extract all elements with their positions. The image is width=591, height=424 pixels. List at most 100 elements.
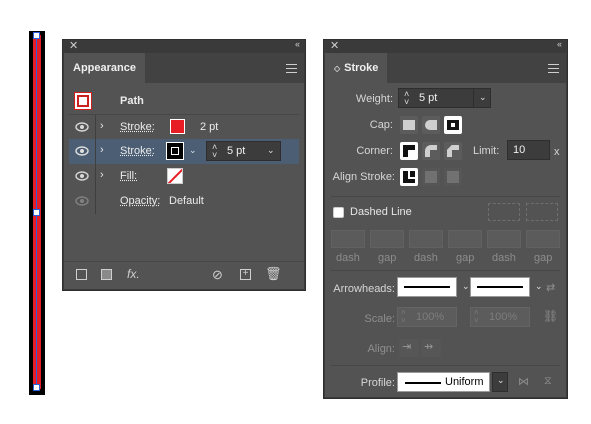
chevron-down-icon[interactable]: ⌄ (267, 145, 275, 156)
swap-arrowheads-icon[interactable]: ⇄ (546, 281, 555, 294)
start-scale-value: 100% (416, 311, 445, 323)
profile-chevron-button[interactable]: ⌄ (492, 372, 508, 392)
dash-label: dash (414, 252, 438, 264)
visibility-eye-icon[interactable] (75, 145, 89, 157)
stroke-label[interactable]: Stroke: (120, 145, 155, 157)
miter-join-button[interactable] (400, 142, 418, 160)
fill-row[interactable]: › Fill: (69, 164, 299, 189)
dash-input-3 (487, 230, 521, 248)
path-row[interactable]: Path (69, 89, 299, 114)
butt-cap-button[interactable] (400, 116, 418, 134)
weight-value[interactable]: 5 pt (419, 92, 437, 104)
anchor-point-middle[interactable] (33, 209, 40, 216)
anchor-point-top[interactable] (33, 32, 40, 39)
round-join-button[interactable] (422, 142, 440, 160)
projecting-cap-button[interactable] (444, 116, 462, 134)
anchor-point-bottom[interactable] (33, 384, 40, 391)
start-scale-input: ˄ ˅ 100% (397, 307, 457, 327)
start-arrowhead-dropdown[interactable] (397, 277, 457, 297)
row-divider (95, 115, 96, 139)
line-preview (404, 286, 450, 288)
visibility-eye-icon (75, 196, 89, 206)
align-center-button[interactable] (400, 168, 418, 186)
flip-along-icon[interactable]: ⋈ (518, 375, 529, 388)
panel-menu-icon[interactable] (286, 64, 297, 73)
tab-stroke[interactable]: ◇ Stroke (325, 53, 388, 83)
stroke-row-1[interactable]: › Stroke: 2 pt (69, 114, 299, 139)
gap-label: gap (534, 252, 553, 264)
add-new-stroke-icon[interactable] (76, 269, 87, 280)
panel-titlebar: ✕ ‹‹ (64, 39, 304, 53)
limit-value[interactable]: 10 (513, 144, 525, 156)
expand-arrow-icon[interactable]: › (100, 120, 104, 132)
gap-input-1 (370, 230, 404, 248)
stroke-weight-dropdown[interactable]: ˄ ˅ 5 pt ⌄ (206, 141, 281, 161)
profile-value: Uniform (445, 376, 484, 388)
arrow-tip-beyond-button: ⇥ (399, 339, 419, 357)
dashed-line-label: Dashed Line (350, 206, 412, 218)
stroke-color-swatch[interactable] (170, 119, 185, 134)
panel-tabbar: ◇ Stroke (325, 53, 566, 83)
arrowheads-label: Arrowheads: (333, 283, 395, 295)
opacity-value: Default (169, 195, 204, 207)
chevron-down-icon[interactable]: ⌄ (189, 145, 197, 156)
stroke-color-swatch[interactable] (166, 142, 184, 160)
close-icon[interactable]: ✕ (330, 39, 339, 52)
appearance-footer: fx. ⊘ + 🗑 (64, 261, 304, 289)
row-divider (95, 139, 96, 164)
dashed-line-checkbox[interactable] (333, 207, 344, 218)
stepper-icon[interactable]: ˄ ˅ (404, 90, 409, 107)
chevron-down-icon[interactable]: ⌄ (462, 281, 470, 292)
chevron-down-icon[interactable]: ⌄ (479, 92, 487, 103)
fill-none-swatch[interactable] (167, 168, 183, 184)
stepper-icon: ˄ ˅ (474, 308, 479, 325)
align-stroke-label: Align Stroke: (332, 171, 395, 183)
visibility-eye-icon[interactable] (75, 121, 89, 133)
collapse-icon[interactable]: ‹‹ (295, 39, 300, 49)
bevel-join-button[interactable] (444, 142, 462, 160)
stepper-icon[interactable]: ˄ ˅ (212, 143, 217, 160)
stroke-label[interactable]: Stroke: (120, 121, 155, 133)
gap-input-3 (526, 230, 560, 248)
row-divider (95, 164, 96, 189)
stroke-weight-value: 2 pt (200, 121, 219, 133)
align-label: Align: (367, 343, 395, 355)
end-scale-value: 100% (489, 311, 518, 323)
end-arrowhead-dropdown[interactable] (470, 277, 530, 297)
clear-appearance-icon[interactable]: ⊘ (212, 267, 223, 283)
end-scale-input: ˄ ˅ 100% (470, 307, 530, 327)
cap-label: Cap: (369, 119, 393, 131)
limit-label: Limit: (473, 145, 500, 157)
stroke-weight-value[interactable]: 5 pt (227, 145, 245, 157)
fill-label[interactable]: Fill: (120, 170, 137, 182)
round-cap-button[interactable] (422, 116, 440, 134)
opacity-label[interactable]: Opacity: (120, 195, 160, 207)
stepper-icon: ˄ ˅ (401, 308, 406, 325)
profile-dropdown[interactable]: Uniform (397, 372, 490, 392)
visibility-eye-icon[interactable] (75, 170, 89, 182)
chevron-down-icon[interactable]: ⌄ (535, 281, 543, 292)
panel-menu-icon[interactable] (548, 64, 559, 73)
stroke-panel: ✕ ‹‹ ◇ Stroke Weight: ˄ ˅ 5 pt ⌄ Cap: Corn… (324, 39, 567, 398)
expand-arrow-icon[interactable]: › (100, 169, 104, 181)
limit-input[interactable]: 10 (507, 140, 550, 160)
close-icon[interactable]: ✕ (69, 39, 78, 52)
tab-appearance[interactable]: Appearance (64, 53, 145, 83)
dash-input-2 (409, 230, 443, 248)
dash-input-1 (331, 230, 365, 248)
add-effect-icon[interactable]: fx. (127, 267, 140, 281)
weight-dropdown[interactable]: ˄ ˅ 5 pt ⌄ (398, 88, 491, 108)
flip-across-icon[interactable]: ⧖ (544, 375, 552, 388)
weight-label: Weight: (355, 93, 393, 105)
expand-arrow-icon[interactable]: › (100, 144, 104, 156)
trash-icon[interactable]: 🗑 (265, 266, 282, 282)
opacity-row[interactable]: Opacity: Default (69, 189, 299, 214)
stroke-row-2[interactable]: › Stroke: ⌄ ˄ ˅ 5 pt ⌄ (69, 139, 299, 164)
add-new-fill-icon[interactable] (101, 269, 112, 280)
updown-icon: ◇ (334, 64, 341, 73)
path-swatch (74, 92, 92, 110)
collapse-icon[interactable]: ‹‹ (557, 39, 562, 49)
profile-label: Profile: (360, 377, 395, 389)
panel-tabbar: Appearance (64, 53, 304, 83)
duplicate-item-icon[interactable]: + (240, 269, 251, 280)
